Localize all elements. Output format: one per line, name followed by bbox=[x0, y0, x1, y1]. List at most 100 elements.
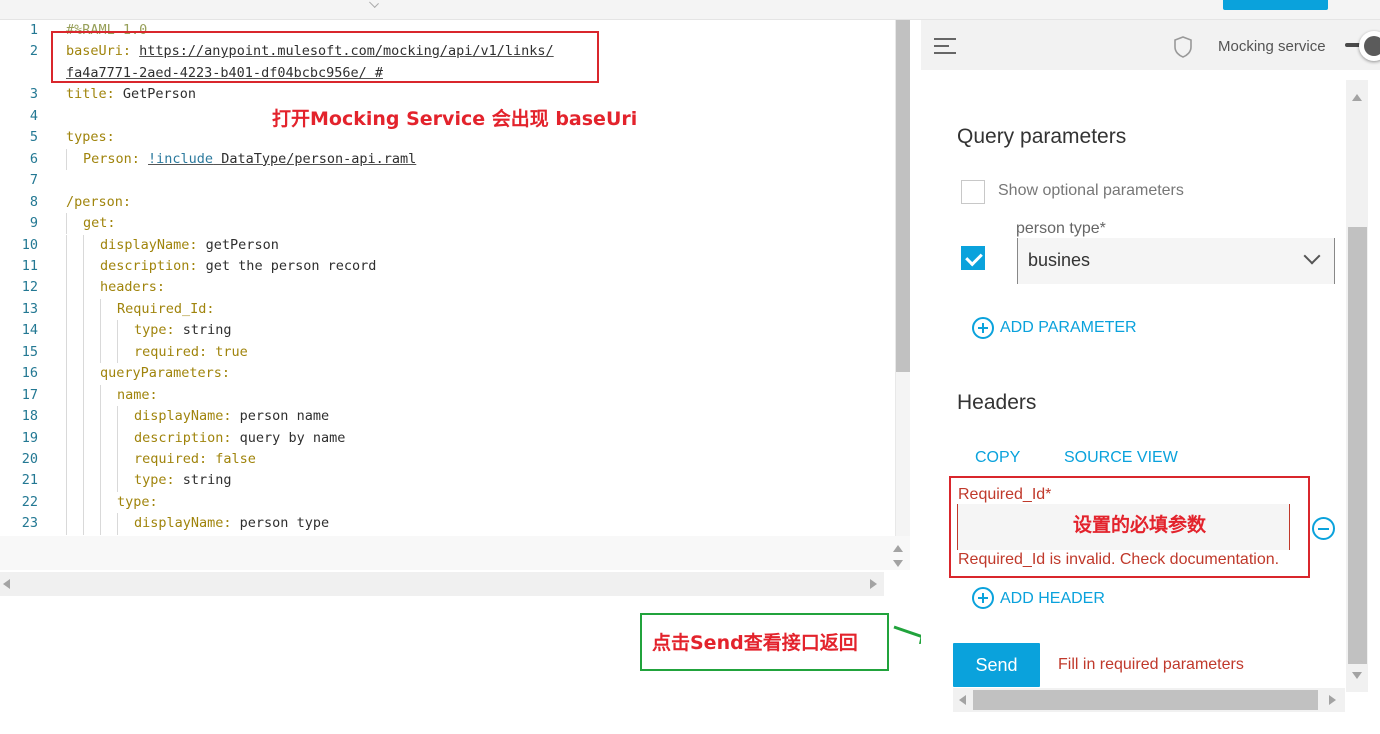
scroll-right-icon[interactable] bbox=[1329, 695, 1336, 705]
code-text: required: false bbox=[134, 451, 256, 467]
add-header-button[interactable]: ADD HEADER bbox=[1000, 590, 1105, 608]
scroll-down-icon[interactable] bbox=[1352, 672, 1362, 679]
send-hint: Fill in required parameters bbox=[1058, 656, 1244, 673]
baseuri-annotation: 打开Mocking Service 会出现 baseUri bbox=[272, 108, 638, 130]
remove-circle-icon[interactable] bbox=[1312, 517, 1335, 540]
line-number: 22 bbox=[21, 493, 38, 510]
line-number: 12 bbox=[21, 279, 38, 296]
code-line[interactable]: 9 get: bbox=[0, 213, 895, 235]
editor-scroll-thumb[interactable] bbox=[896, 20, 910, 372]
code-line[interactable]: 10 displayName: getPerson bbox=[0, 234, 895, 256]
indent-guide bbox=[100, 384, 101, 407]
mocking-service-label: Mocking service bbox=[1218, 38, 1326, 55]
editor-footer-area bbox=[0, 536, 910, 570]
indent-guide bbox=[66, 491, 67, 514]
show-optional-label: Show optional parameters bbox=[998, 182, 1184, 199]
code-line[interactable]: 13 Required_Id: bbox=[0, 298, 895, 321]
code-line[interactable]: 8/person: bbox=[0, 192, 895, 213]
scroll-right-icon[interactable] bbox=[870, 579, 877, 589]
add-header-icon[interactable] bbox=[972, 587, 994, 609]
panel-scroll-thumb[interactable] bbox=[1348, 227, 1367, 664]
menu-icon[interactable] bbox=[934, 38, 956, 54]
add-parameter-button[interactable]: ADD PARAMETER bbox=[1000, 319, 1137, 337]
line-number: 8 bbox=[29, 193, 38, 210]
indent-guide bbox=[83, 449, 84, 471]
indent-guide bbox=[66, 148, 67, 171]
copy-button[interactable]: COPY bbox=[975, 449, 1020, 467]
indent-guide bbox=[100, 427, 101, 449]
code-text: queryParameters: bbox=[100, 365, 231, 382]
code-line[interactable]: 11 description: get the person record bbox=[0, 255, 895, 278]
code-line[interactable]: 21 type: string bbox=[0, 470, 895, 492]
code-line[interactable]: 23 displayName: person type bbox=[0, 513, 895, 535]
code-text: type: string bbox=[134, 322, 232, 339]
indent-guide bbox=[66, 234, 67, 256]
indent-guide bbox=[83, 255, 84, 278]
scroll-down-icon[interactable] bbox=[893, 560, 903, 567]
indent-guide bbox=[83, 341, 84, 364]
code-editor[interactable]: 1 #%RAML 1.0 2 baseUri: https://anypoint.mu… bbox=[0, 20, 910, 536]
code-text: type: string bbox=[134, 472, 232, 489]
line-number: 6 bbox=[29, 150, 38, 167]
line-number: 16 bbox=[21, 365, 38, 382]
show-optional-checkbox[interactable] bbox=[961, 180, 985, 204]
line-number: 3 bbox=[29, 86, 38, 103]
indent-guide bbox=[66, 277, 67, 299]
indent-guide bbox=[66, 213, 67, 235]
person-type-select[interactable]: busines bbox=[1017, 238, 1335, 284]
send-button[interactable]: Send bbox=[953, 643, 1040, 687]
line-number: 2 bbox=[29, 43, 38, 60]
indent-guide bbox=[100, 406, 101, 428]
indent-guide bbox=[66, 341, 67, 364]
mini-scrollbar[interactable] bbox=[885, 540, 910, 574]
scroll-up-icon[interactable] bbox=[893, 545, 903, 552]
indent-guide bbox=[100, 320, 101, 342]
code-line[interactable]: 19 description: query by name bbox=[0, 427, 895, 449]
indent-guide bbox=[117, 320, 118, 342]
line-number: 11 bbox=[21, 257, 38, 274]
code-line[interactable]: 18 displayName: person name bbox=[0, 406, 895, 428]
indent-guide bbox=[83, 427, 84, 449]
source-view-button[interactable]: SOURCE VIEW bbox=[1064, 449, 1178, 467]
line-number: 20 bbox=[21, 451, 38, 467]
line-number: 17 bbox=[21, 386, 38, 403]
indent-guide bbox=[66, 427, 67, 449]
indent-guide bbox=[66, 449, 67, 471]
indent-guide bbox=[66, 406, 67, 428]
code-line[interactable]: 3 title: GetPerson bbox=[0, 84, 895, 105]
scroll-left-icon[interactable] bbox=[3, 579, 10, 589]
top-toolbar bbox=[0, 0, 1380, 20]
top-action-button[interactable] bbox=[1223, 0, 1328, 10]
code-line[interactable]: 15 required: true bbox=[0, 341, 895, 364]
code-line[interactable]: 17 name: bbox=[0, 384, 895, 407]
code-line[interactable]: 14 type: string bbox=[0, 320, 895, 342]
code-text: name: bbox=[117, 386, 158, 403]
indent-guide bbox=[83, 277, 84, 299]
code-text: displayName: getPerson bbox=[100, 236, 279, 253]
code-line[interactable]: 20 required: false bbox=[0, 449, 895, 471]
person-type-checkbox[interactable] bbox=[961, 246, 985, 270]
scroll-up-icon[interactable] bbox=[1352, 94, 1362, 101]
person-type-label: person type* bbox=[1016, 220, 1106, 237]
add-circle-icon[interactable] bbox=[972, 317, 994, 339]
code-line[interactable]: 12 headers: bbox=[0, 277, 895, 299]
person-type-value: busines bbox=[1028, 250, 1091, 270]
panel-horizontal-thumb[interactable] bbox=[973, 690, 1318, 710]
line-number: 14 bbox=[21, 322, 38, 339]
indent-guide bbox=[83, 320, 84, 342]
indent-guide bbox=[66, 255, 67, 278]
indent-guide bbox=[117, 449, 118, 471]
indent-guide bbox=[83, 363, 84, 385]
scroll-left-icon[interactable] bbox=[959, 695, 966, 705]
code-line[interactable]: 16 queryParameters: bbox=[0, 363, 895, 385]
code-line[interactable]: 22 type: bbox=[0, 491, 895, 514]
code-text: Required_Id: bbox=[117, 300, 215, 317]
code-line[interactable]: 7 bbox=[0, 170, 895, 191]
line-number: 18 bbox=[21, 408, 38, 425]
editor-horizontal-scrollbar[interactable] bbox=[0, 572, 884, 596]
indent-guide bbox=[117, 470, 118, 492]
code-line[interactable]: 6 Person: !include DataType/person-api.ra… bbox=[0, 148, 895, 171]
mocking-service-toggle[interactable] bbox=[1335, 28, 1380, 62]
indent-guide bbox=[66, 384, 67, 407]
line-number: 10 bbox=[21, 236, 38, 253]
